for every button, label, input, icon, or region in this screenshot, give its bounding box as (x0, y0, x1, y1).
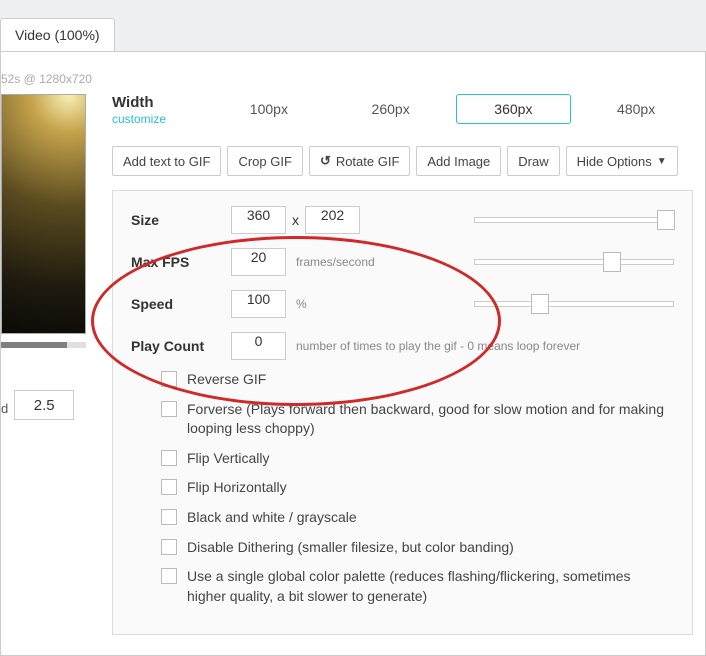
bw-label: Black and white / grayscale (187, 508, 357, 528)
palette-label: Use a single global color palette (reduc… (187, 567, 667, 606)
flipv-label: Flip Vertically (187, 449, 269, 469)
width-480[interactable]: 480px (579, 95, 693, 123)
playcount-note: number of times to play the gif - 0 mean… (296, 339, 674, 353)
fps-label: Max FPS (131, 254, 231, 270)
main-panel: 52s @ 1280x720 d 2.5 Width customize 100… (0, 51, 706, 656)
fps-input[interactable]: 20 (231, 248, 286, 276)
global-palette-checkbox[interactable] (161, 568, 177, 584)
width-260[interactable]: 260px (334, 95, 448, 123)
dither-label: Disable Dithering (smaller filesize, but… (187, 538, 514, 558)
tab-video[interactable]: Video (100%) (0, 18, 115, 51)
duration-input[interactable]: 2.5 (14, 390, 74, 420)
size-width-input[interactable]: 360 (231, 206, 286, 234)
speed-input[interactable]: 100 (231, 290, 286, 318)
add-text-button[interactable]: Add text to GIF (112, 146, 221, 176)
grayscale-checkbox[interactable] (161, 509, 177, 525)
flip-horizontally-checkbox[interactable] (161, 479, 177, 495)
size-height-input[interactable]: 202 (305, 206, 360, 234)
fliph-label: Flip Horizontally (187, 478, 287, 498)
forverse-label: Forverse (Plays forward then backward, g… (187, 400, 667, 439)
reverse-checkbox[interactable] (161, 371, 177, 387)
duration-prefix: d (1, 401, 8, 416)
size-slider[interactable] (474, 217, 674, 223)
add-image-button[interactable]: Add Image (416, 146, 501, 176)
video-meta: 52s @ 1280x720 (1, 72, 693, 86)
reverse-label: Reverse GIF (187, 370, 266, 390)
draw-button[interactable]: Draw (507, 146, 559, 176)
width-label: Width customize (112, 94, 212, 126)
speed-note: % (296, 297, 474, 311)
chevron-down-icon: ▼ (657, 156, 667, 167)
options-panel: Size 360 x 202 Max FPS 20 frames/second … (112, 190, 693, 635)
fps-slider[interactable] (474, 259, 674, 265)
forverse-checkbox[interactable] (161, 401, 177, 417)
customize-link[interactable]: customize (112, 112, 166, 126)
rotate-button[interactable]: ↻Rotate GIF (309, 146, 410, 176)
disable-dithering-checkbox[interactable] (161, 539, 177, 555)
size-x: x (292, 212, 299, 228)
speed-slider[interactable] (474, 301, 674, 307)
speed-label: Speed (131, 296, 231, 312)
width-360[interactable]: 360px (456, 94, 572, 124)
width-100[interactable]: 100px (212, 95, 326, 123)
crop-button[interactable]: Crop GIF (227, 146, 302, 176)
video-thumbnail[interactable] (1, 94, 86, 334)
fps-note: frames/second (296, 255, 474, 269)
playcount-input[interactable]: 0 (231, 332, 286, 360)
rotate-icon: ↻ (320, 153, 331, 169)
flip-vertically-checkbox[interactable] (161, 450, 177, 466)
preview-column: d 2.5 (1, 94, 96, 635)
hide-options-button[interactable]: Hide Options ▼ (566, 146, 678, 176)
size-label: Size (131, 212, 231, 228)
playcount-label: Play Count (131, 338, 231, 354)
